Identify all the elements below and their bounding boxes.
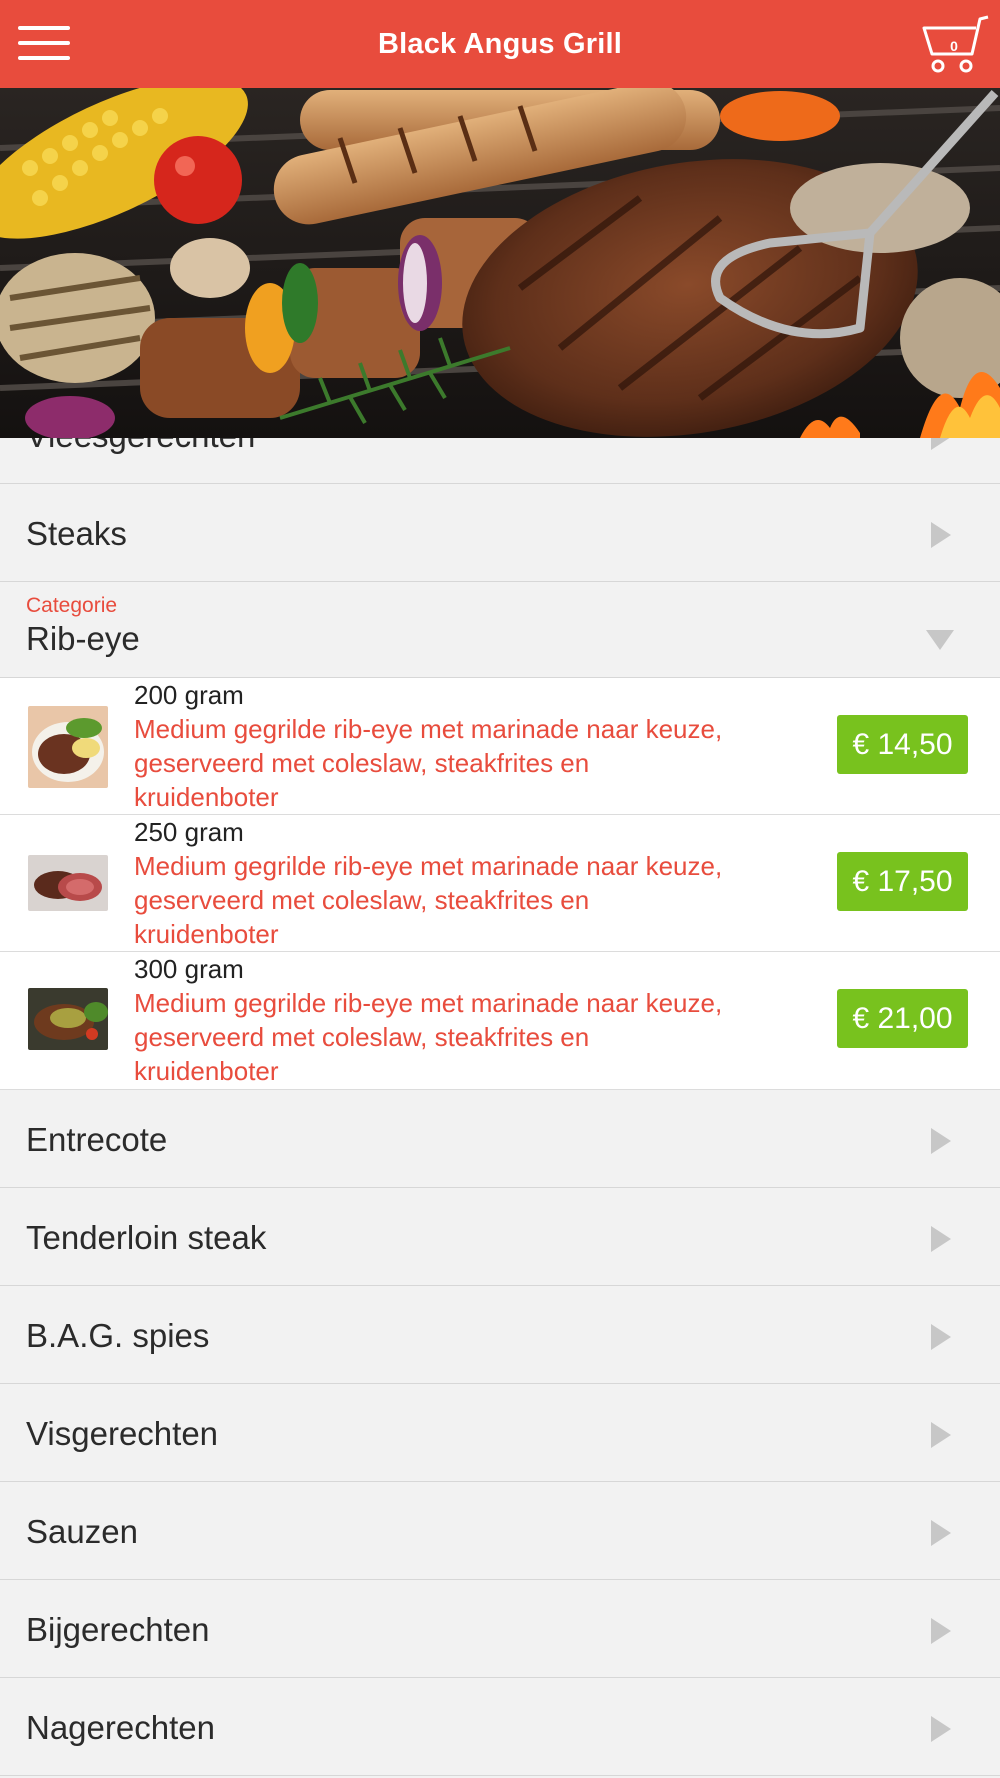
- app-title: Black Angus Grill: [377, 27, 623, 60]
- category-row[interactable]: Steaks: [0, 484, 1000, 582]
- category-row[interactable]: Visgerechten: [0, 1384, 1000, 1482]
- chevron-right-icon: [931, 1520, 951, 1546]
- category-label: Rib-eye: [26, 620, 140, 657]
- category-label: Sauzen: [26, 1513, 138, 1550]
- product-row[interactable]: 200 gram Medium gegrilde rib-eye met mar…: [0, 678, 1000, 815]
- product-name: 250 gram: [134, 817, 244, 847]
- category-caption: Categorie: [26, 594, 118, 617]
- product-description: Medium gegrilde rib-eye met marinade naa…: [134, 714, 723, 812]
- chevron-right-icon: [931, 1716, 951, 1742]
- category-label: Bijgerechten: [26, 1611, 210, 1648]
- add-to-cart-price-button[interactable]: € 14,50: [837, 715, 968, 774]
- product-thumbnail: [28, 988, 108, 1050]
- category-row[interactable]: Sauzen: [0, 1482, 1000, 1580]
- category-label: Visgerechten: [26, 1415, 219, 1452]
- chevron-down-icon: [926, 630, 954, 650]
- category-label: B.A.G. spies: [26, 1317, 210, 1354]
- add-to-cart-price-button[interactable]: € 17,50: [837, 852, 968, 911]
- chevron-right-icon: [931, 522, 951, 548]
- category-row[interactable]: Nagerechten: [0, 1678, 1000, 1776]
- product-row[interactable]: 300 gram Medium gegrilde rib-eye met mar…: [0, 952, 1000, 1090]
- cart-count-badge: 0: [950, 38, 958, 54]
- product-row[interactable]: 250 gram Medium gegrilde rib-eye met mar…: [0, 815, 1000, 952]
- product-description: Medium gegrilde rib-eye met marinade naa…: [134, 988, 723, 1086]
- add-to-cart-price-button[interactable]: € 21,00: [837, 989, 968, 1048]
- chevron-right-icon: [931, 1324, 951, 1350]
- cart-button[interactable]: 0: [918, 14, 990, 76]
- hamburger-menu-icon[interactable]: [18, 22, 70, 64]
- category-label: Steaks: [26, 515, 127, 552]
- category-row[interactable]: B.A.G. spies: [0, 1286, 1000, 1384]
- product-thumbnail: [28, 855, 108, 911]
- category-row[interactable]: Bijgerechten: [0, 1580, 1000, 1678]
- chevron-right-icon: [931, 1618, 951, 1644]
- chevron-right-icon: [931, 1422, 951, 1448]
- category-row-expanded[interactable]: Categorie Rib-eye: [0, 582, 1000, 678]
- category-row[interactable]: Tenderloin steak: [0, 1188, 1000, 1286]
- category-label: Tenderloin steak: [26, 1219, 267, 1256]
- product-name: 200 gram: [134, 680, 244, 710]
- category-label: Nagerechten: [26, 1709, 215, 1746]
- category-label: Entrecote: [26, 1121, 168, 1158]
- app-header: Black Angus Grill 0: [0, 0, 1000, 88]
- product-description: Medium gegrilde rib-eye met marinade naa…: [134, 851, 723, 949]
- product-thumbnail: [28, 706, 108, 788]
- chevron-right-icon: [931, 1128, 951, 1154]
- category-row[interactable]: Entrecote: [0, 1090, 1000, 1188]
- product-name: 300 gram: [134, 954, 244, 984]
- hero-banner-image: [0, 88, 1000, 438]
- chevron-right-icon: [931, 1226, 951, 1252]
